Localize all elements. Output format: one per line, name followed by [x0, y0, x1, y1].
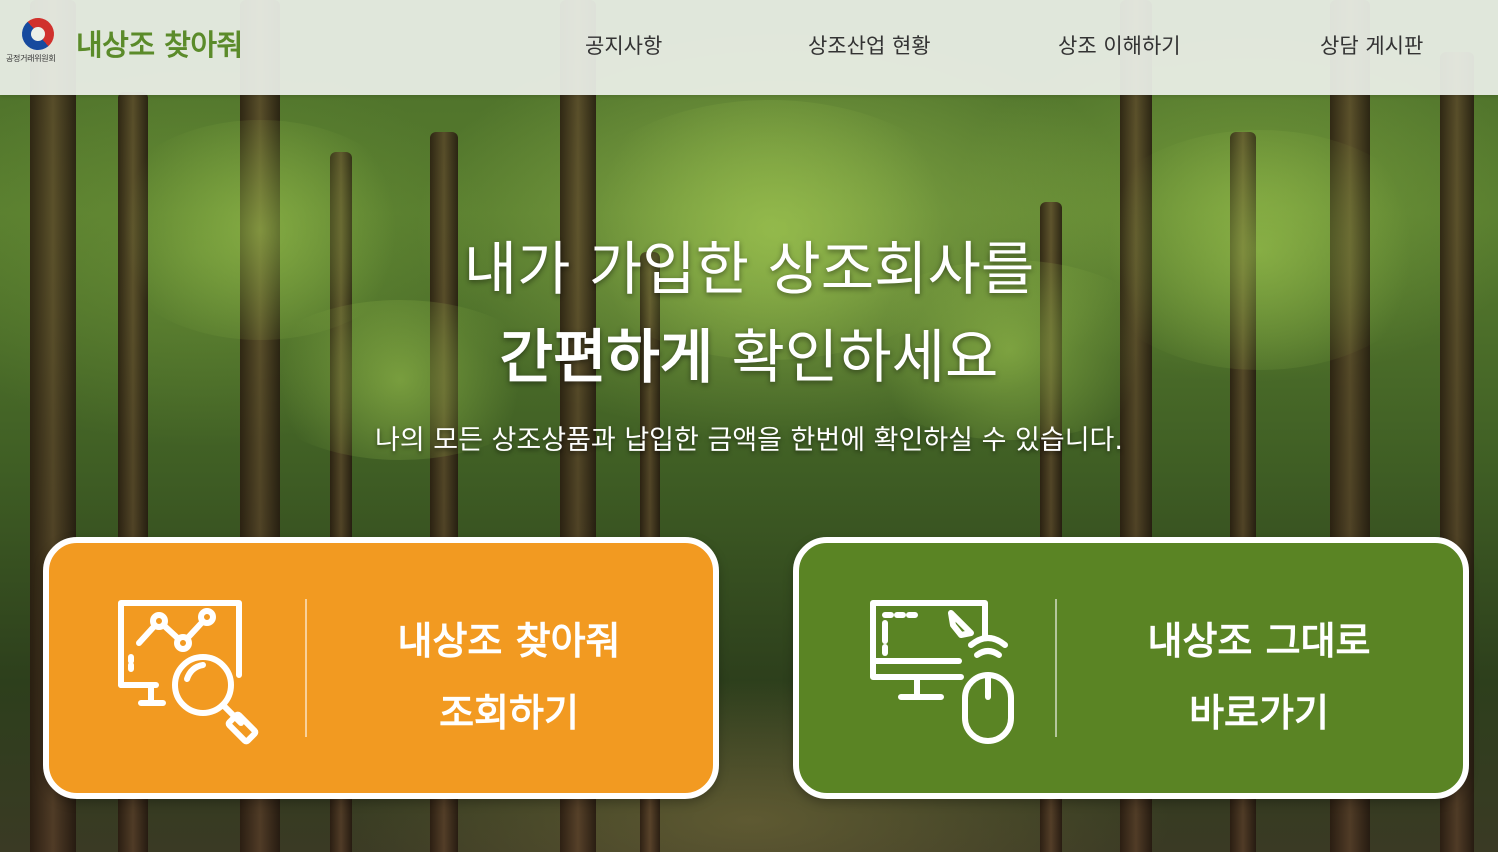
site-logo[interactable]: 공정거래위원회 내상조 찾아줘	[0, 0, 270, 95]
shortcut-card[interactable]: 내상조 그대로 바로가기	[793, 537, 1469, 799]
nav-industry-status[interactable]: 상조산업 현황	[808, 30, 931, 60]
site-header: 공정거래위원회 내상조 찾아줘 공지사항 상조산업 현황 상조 이해하기 상담 …	[0, 0, 1498, 95]
shortcut-card-label: 내상조 그대로 바로가기	[1059, 605, 1459, 749]
search-lookup-card[interactable]: 내상조 찾아줘 조회하기	[43, 537, 719, 799]
hero-headline-line2: 간편하게 확인하세요	[0, 310, 1498, 394]
org-name: 공정거래위원회	[6, 54, 56, 63]
shortcut-card-label-line2: 바로가기	[1189, 691, 1329, 735]
search-analytics-icon	[118, 600, 259, 745]
search-card-label-line1: 내상조 찾아줘	[397, 619, 621, 663]
government-emblem-icon	[15, 11, 61, 57]
card-divider	[1055, 599, 1057, 737]
card-divider	[305, 599, 307, 737]
hero-subtitle: 나의 모든 상조상품과 납입한 금액을 한번에 확인하실 수 있습니다.	[375, 425, 1123, 456]
search-card-label: 내상조 찾아줘 조회하기	[309, 605, 709, 749]
nav-notices[interactable]: 공지사항	[585, 30, 662, 60]
nav-understanding[interactable]: 상조 이해하기	[1058, 30, 1181, 60]
hero-headline-rest: 확인하세요	[713, 323, 999, 391]
shortcut-card-label-line1: 내상조 그대로	[1147, 619, 1371, 663]
hero-headline-emphasis: 간편하게	[499, 323, 714, 391]
hero-headline-line1: 내가 가입한 상조회사를	[463, 235, 1035, 303]
nav-consult-board[interactable]: 상담 게시판	[1320, 30, 1423, 60]
site-title: 내상조 찾아줘	[76, 28, 243, 62]
search-card-label-line2: 조회하기	[439, 691, 579, 735]
computer-mouse-icon	[870, 600, 1014, 744]
